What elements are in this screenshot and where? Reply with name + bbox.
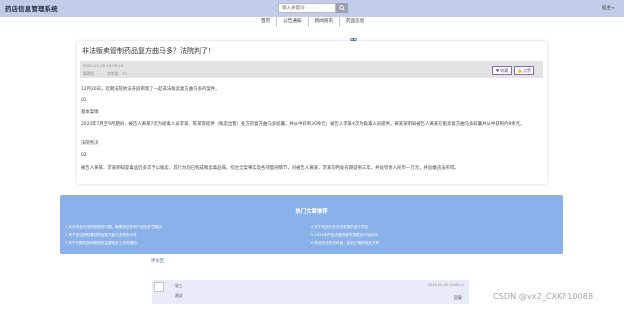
comment-time: 2024-05-18 15:08:12 (428, 283, 465, 287)
hot-article-link[interactable]: 6 药品安全知识科普：如何正确使用处方药 (311, 241, 379, 246)
comments-section-link[interactable]: 评论区 (151, 258, 164, 264)
article-paragraph: 2023年7月至9月期间，被告人黄某7次为吸毒人员李某、陈某等提供（贩卖出售）处… (81, 122, 525, 127)
search-icon (339, 5, 345, 11)
like-label: 点赞 (522, 67, 531, 73)
hot-articles-panel: 热门文章推荐 1 北京药品引用药品相关问题，新增违法条例介绍及处罚规定 2 男子… (60, 195, 563, 254)
hot-article-link[interactable]: 1 北京药品引用药品相关问题，新增违法条例介绍及处罚规定 (65, 225, 162, 230)
article-card: 非法贩卖管制药品复方曲马多？法院判了！ 2024-05-18 15:09:24 … (77, 41, 547, 184)
collect-label: 收藏 (500, 67, 509, 73)
collect-button[interactable]: ♥ 收藏 (492, 66, 512, 75)
comment-item: 张三 2024-05-18 15:08:12 测试 回复 (152, 280, 469, 304)
hot-articles-title: 热门文章推荐 (295, 209, 328, 215)
article-views: 浏览量：72 (107, 71, 128, 76)
nav-news[interactable]: 新闻资讯 (307, 17, 339, 27)
article-title: 非法贩卖管制药品复方曲马多？法院判了！ (82, 47, 215, 55)
avatar (154, 282, 164, 292)
search-input[interactable] (278, 3, 336, 13)
article-paragraph: 02 (81, 153, 87, 158)
article-paragraph: 01 (81, 98, 87, 103)
chevron-down-icon: ▾ (612, 6, 614, 10)
article-paragraph: 被告人黄某、李某明知是毒品仍多次予以贩卖，其行为均已构成贩卖毒品罪。综合全案事实… (81, 166, 459, 171)
heart-icon: ♥ (495, 68, 500, 73)
nav-medicine-info[interactable]: 药品信息 (338, 17, 370, 27)
article-author: 管理员 (83, 71, 95, 76)
comment-content: 测试 (175, 293, 183, 298)
user-menu-label: 宿主 (602, 6, 612, 11)
search-button[interactable] (336, 3, 348, 13)
article-time: 2024-05-18 15:09:24 (83, 63, 124, 68)
hot-article-link[interactable]: 3 关于开展药品网络销售监督检查工作的通知 (65, 241, 137, 246)
hot-article-link[interactable]: 5 2024年药品流通领域专项整治行动启动 (311, 233, 377, 238)
like-button[interactable]: 👍 点赞 (514, 66, 534, 75)
main-nav: 首页 公告通知 新闻资讯 药品信息 (255, 17, 370, 27)
article-paragraph: 基本案情 (81, 110, 99, 115)
user-menu[interactable]: 宿主▾ (602, 5, 614, 11)
article-meta: 2024-05-18 15:09:24 管理员 浏览量：72 ♥ 收藏 👍 点赞 (80, 61, 543, 78)
hot-article-link[interactable]: 4 关于药品行业安全发展的若干意见 (311, 225, 368, 230)
app-title: 药店信息管理系统 (5, 5, 58, 13)
nav-home[interactable]: 首页 (255, 17, 276, 27)
hot-article-link[interactable]: 2 男子非法获取管制药品复方曲马多获刑半年 (65, 233, 137, 238)
watermark: CSDN @vx2_CXKF10088 (493, 292, 594, 301)
comment-author: 张三 (175, 283, 183, 288)
reply-button[interactable]: 回复 (454, 295, 462, 301)
nav-notices[interactable]: 公告通知 (276, 17, 307, 27)
top-bar: 药店信息管理系统 宿主▾ (0, 0, 624, 17)
article-paragraph: 12月20日，近期法院依法开庭审理了一起非法贩卖复方曲马多的案件。 (81, 87, 220, 92)
thumbs-up-icon: 👍 (517, 68, 522, 73)
article-paragraph: 法院判决 (81, 141, 99, 146)
